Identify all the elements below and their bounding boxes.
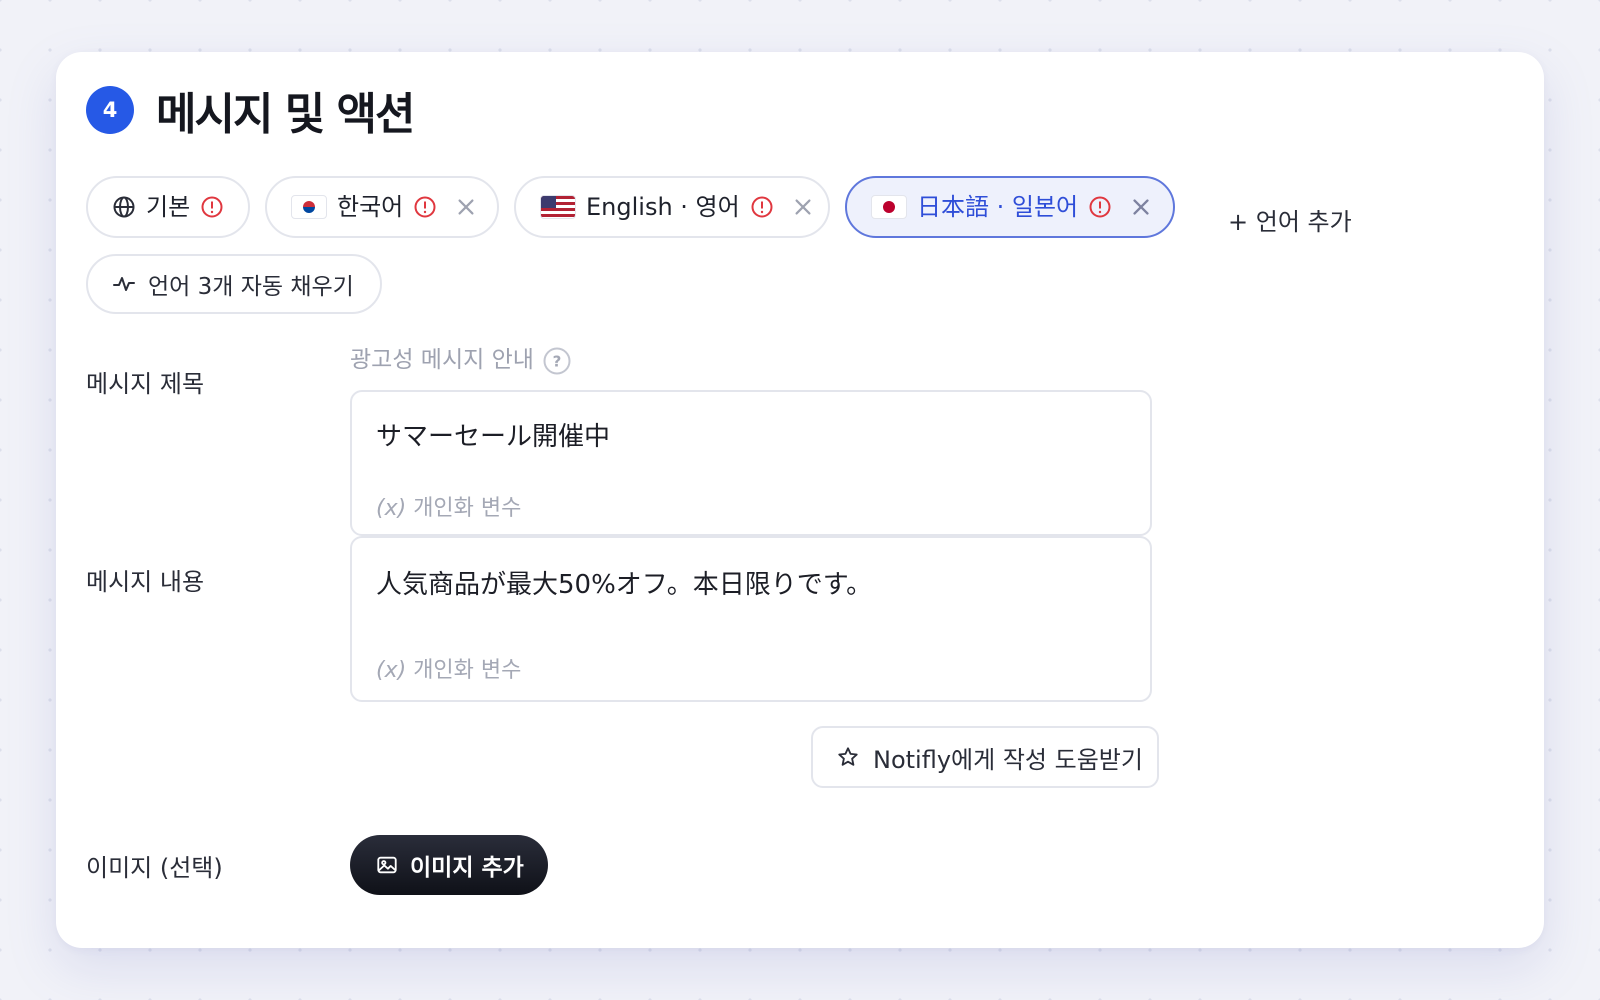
help-icon[interactable]: ? — [542, 346, 572, 376]
tab-label: 日本語 · 일본어 — [917, 193, 1079, 221]
variable-icon: (x) — [376, 496, 407, 521]
tab-label: 기본 — [146, 193, 191, 221]
svg-text:?: ? — [553, 353, 562, 371]
warning-icon — [201, 196, 223, 218]
variable-label: 개인화 변수 — [413, 658, 522, 683]
tab-english[interactable]: English · 영어 — [514, 176, 830, 238]
personalization-variable-button[interactable]: (x) 개인화 변수 — [376, 490, 521, 522]
close-icon[interactable] — [792, 196, 814, 218]
pulse-icon — [113, 277, 135, 291]
close-icon[interactable] — [455, 196, 477, 218]
warning-icon — [751, 196, 773, 218]
tab-korean[interactable]: 한국어 — [265, 176, 499, 238]
autofill-languages-button[interactable]: 언어 3개 자동 채우기 — [86, 254, 382, 314]
step-badge: 4 — [86, 86, 134, 134]
ai-help-label: Notifly에게 작성 도움받기 — [873, 745, 1143, 774]
variable-icon: (x) — [376, 658, 407, 683]
ad-notice[interactable]: 광고성 메시지 안내 ? — [350, 338, 572, 376]
us-flag-icon — [540, 195, 576, 219]
japan-flag-icon — [871, 195, 907, 219]
personalization-variable-button[interactable]: (x) 개인화 변수 — [376, 652, 521, 684]
message-title-input[interactable]: サマーセール開催中 (x) 개인화 변수 — [350, 390, 1152, 536]
autofill-label: 언어 3개 자동 채우기 — [148, 274, 354, 300]
message-title-label: 메시지 제목 — [86, 370, 205, 398]
image-icon — [377, 856, 397, 874]
add-image-label: 이미지 추가 — [410, 855, 524, 881]
section-header: 4 메시지 및 액션 — [86, 82, 416, 140]
tab-label: 한국어 — [337, 193, 404, 221]
message-body-textarea[interactable]: 人気商品が最大50%オフ。本日限りです。 (x) 개인화 변수 — [350, 536, 1152, 702]
message-title-value: サマーセール開催中 — [376, 422, 611, 452]
image-optional-label: 이미지 (선택) — [86, 854, 223, 882]
star-icon — [838, 747, 858, 766]
tab-japanese[interactable]: 日本語 · 일본어 — [845, 176, 1175, 238]
section-title: 메시지 및 액션 — [156, 89, 416, 140]
globe-icon — [113, 196, 135, 218]
warning-icon — [1089, 196, 1111, 218]
close-icon[interactable] — [1130, 196, 1152, 218]
message-body-value: 人気商品が最大50%オフ。本日限りです。 — [376, 570, 873, 600]
variable-label: 개인화 변수 — [413, 496, 522, 521]
add-image-button[interactable]: 이미지 추가 — [350, 835, 548, 895]
message-body-label: 메시지 내용 — [86, 568, 205, 596]
warning-icon — [414, 196, 436, 218]
add-language-button[interactable]: + 언어 추가 — [1228, 188, 1352, 250]
message-action-card: 4 메시지 및 액션 기본 한국어 English · 영어 日本語 · 일본어… — [56, 52, 1544, 948]
ad-notice-label: 광고성 메시지 안내 — [350, 347, 534, 373]
tab-default[interactable]: 기본 — [86, 176, 250, 238]
korea-flag-icon — [291, 195, 327, 219]
ai-writing-help-button[interactable]: Notifly에게 작성 도움받기 — [811, 726, 1159, 788]
tab-label: English · 영어 — [586, 193, 740, 221]
